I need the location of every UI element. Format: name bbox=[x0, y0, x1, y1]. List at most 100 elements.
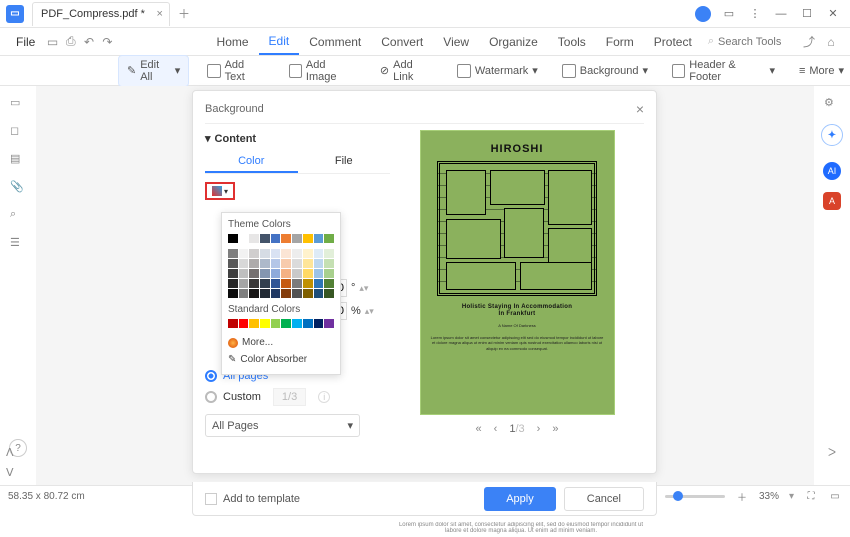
menu-tab-convert[interactable]: Convert bbox=[371, 29, 433, 55]
color-swatch[interactable] bbox=[228, 269, 238, 278]
color-swatch[interactable] bbox=[239, 259, 249, 268]
color-swatch[interactable] bbox=[303, 319, 313, 328]
ai-red-badge[interactable]: A bbox=[823, 192, 841, 210]
bookmark-icon[interactable]: ◻ bbox=[10, 124, 26, 140]
color-swatch[interactable] bbox=[271, 319, 281, 328]
color-swatch[interactable] bbox=[260, 319, 270, 328]
color-absorber-button[interactable]: ✎Color Absorber bbox=[228, 351, 334, 368]
last-page-icon[interactable]: » bbox=[552, 423, 558, 435]
new-tab-button[interactable]: ＋ bbox=[178, 5, 190, 22]
color-swatch[interactable] bbox=[292, 319, 302, 328]
color-swatch[interactable] bbox=[271, 279, 281, 288]
tab-color[interactable]: Color bbox=[205, 151, 298, 173]
prev-page-icon[interactable]: ‹ bbox=[494, 423, 498, 435]
color-swatch[interactable] bbox=[314, 269, 324, 278]
more-button[interactable]: ≡More▾ bbox=[793, 62, 850, 79]
color-swatch[interactable] bbox=[228, 249, 238, 258]
color-swatch[interactable] bbox=[260, 249, 270, 258]
color-swatch[interactable] bbox=[281, 289, 291, 298]
share-icon[interactable]: ⤴ bbox=[798, 33, 820, 50]
color-swatch[interactable] bbox=[314, 279, 324, 288]
color-swatch[interactable] bbox=[228, 289, 238, 298]
minimize-button[interactable]: — bbox=[770, 3, 792, 25]
fields-icon[interactable]: ☰ bbox=[10, 236, 26, 252]
add-text-button[interactable]: Add Text bbox=[201, 57, 270, 85]
color-swatch[interactable] bbox=[249, 289, 259, 298]
page-up-icon[interactable]: ᐱ bbox=[6, 446, 22, 459]
color-swatch[interactable] bbox=[239, 289, 249, 298]
page-range-select[interactable]: All Pages ▾ bbox=[205, 414, 360, 437]
color-swatch[interactable] bbox=[303, 269, 313, 278]
stepper-icon[interactable]: ▴▾ bbox=[359, 283, 368, 294]
redo-icon[interactable]: ↷ bbox=[98, 35, 116, 49]
color-swatch[interactable] bbox=[260, 259, 270, 268]
color-swatch[interactable] bbox=[228, 319, 238, 328]
color-swatch[interactable] bbox=[292, 279, 302, 288]
color-swatch[interactable] bbox=[228, 279, 238, 288]
color-swatch[interactable] bbox=[249, 279, 259, 288]
color-swatch[interactable] bbox=[324, 249, 334, 258]
add-image-button[interactable]: Add Image bbox=[283, 57, 362, 85]
zoom-slider[interactable] bbox=[665, 495, 725, 498]
color-swatch[interactable] bbox=[271, 289, 281, 298]
print-icon[interactable]: ⎙ bbox=[62, 34, 80, 49]
page-down-icon[interactable]: ᐯ bbox=[6, 466, 22, 479]
tab-file[interactable]: File bbox=[298, 151, 391, 173]
close-window-button[interactable]: ✕ bbox=[822, 3, 844, 25]
color-swatch[interactable] bbox=[281, 269, 291, 278]
color-swatch[interactable] bbox=[249, 249, 259, 258]
document-tab[interactable]: PDF_Compress.pdf * × bbox=[32, 2, 170, 26]
thumbnails-icon[interactable]: ▭ bbox=[10, 96, 26, 112]
search-panel-icon[interactable]: ⌕ bbox=[10, 208, 26, 224]
color-swatch[interactable] bbox=[324, 234, 334, 243]
file-menu[interactable]: File bbox=[8, 35, 43, 49]
color-swatch[interactable] bbox=[314, 249, 324, 258]
first-page-icon[interactable]: « bbox=[476, 423, 482, 435]
color-swatch[interactable] bbox=[314, 259, 324, 268]
menu-tab-form[interactable]: Form bbox=[596, 29, 644, 55]
color-swatch[interactable] bbox=[260, 289, 270, 298]
color-swatch[interactable] bbox=[292, 249, 302, 258]
color-swatch[interactable] bbox=[249, 259, 259, 268]
menu-tab-edit[interactable]: Edit bbox=[259, 29, 300, 55]
window-feedback-icon[interactable]: ▭ bbox=[718, 3, 740, 25]
color-swatch[interactable] bbox=[292, 234, 302, 243]
color-swatch[interactable] bbox=[271, 234, 281, 243]
color-swatch[interactable] bbox=[292, 259, 302, 268]
color-swatch[interactable] bbox=[228, 259, 238, 268]
color-swatch[interactable] bbox=[292, 289, 302, 298]
ai-assistant-button[interactable]: ✦ bbox=[821, 124, 843, 146]
color-swatch[interactable] bbox=[260, 269, 270, 278]
menu-tab-protect[interactable]: Protect bbox=[644, 29, 702, 55]
window-menu-icon[interactable]: ⋮ bbox=[744, 3, 766, 25]
tool-search[interactable]: ⌕ bbox=[708, 35, 798, 48]
color-swatch[interactable] bbox=[228, 234, 238, 243]
tool-search-input[interactable] bbox=[718, 36, 798, 48]
menu-tab-home[interactable]: Home bbox=[207, 29, 259, 55]
color-swatch[interactable] bbox=[292, 269, 302, 278]
color-swatch[interactable] bbox=[281, 279, 291, 288]
user-badge[interactable] bbox=[692, 3, 714, 25]
background-button[interactable]: Background▾ bbox=[556, 62, 654, 80]
fullscreen-icon[interactable]: ⛶ bbox=[804, 491, 818, 502]
header-footer-button[interactable]: Header & Footer▾ bbox=[666, 57, 781, 85]
color-swatch[interactable] bbox=[271, 259, 281, 268]
properties-icon[interactable]: ⚙ bbox=[824, 96, 840, 112]
custom-pages-radio[interactable]: Custom 1/3 i bbox=[205, 388, 390, 406]
color-swatch[interactable] bbox=[239, 319, 249, 328]
color-swatch[interactable] bbox=[303, 234, 313, 243]
zoom-in-icon[interactable]: ＋ bbox=[735, 489, 749, 504]
color-swatch[interactable] bbox=[324, 269, 334, 278]
color-swatch[interactable] bbox=[260, 279, 270, 288]
scroll-right-icon[interactable]: ᐳ bbox=[828, 446, 844, 459]
menu-tab-comment[interactable]: Comment bbox=[299, 29, 371, 55]
color-swatch[interactable] bbox=[281, 259, 291, 268]
ai-blue-badge[interactable]: AI bbox=[823, 162, 841, 180]
color-swatch[interactable] bbox=[249, 269, 259, 278]
color-swatch[interactable] bbox=[281, 319, 291, 328]
color-swatch[interactable] bbox=[281, 234, 291, 243]
reading-icon[interactable]: ▭ bbox=[828, 491, 842, 502]
edit-all-button[interactable]: ✎ Edit All ▾ bbox=[118, 55, 189, 87]
color-swatch[interactable] bbox=[324, 279, 334, 288]
menu-tab-organize[interactable]: Organize bbox=[479, 29, 548, 55]
